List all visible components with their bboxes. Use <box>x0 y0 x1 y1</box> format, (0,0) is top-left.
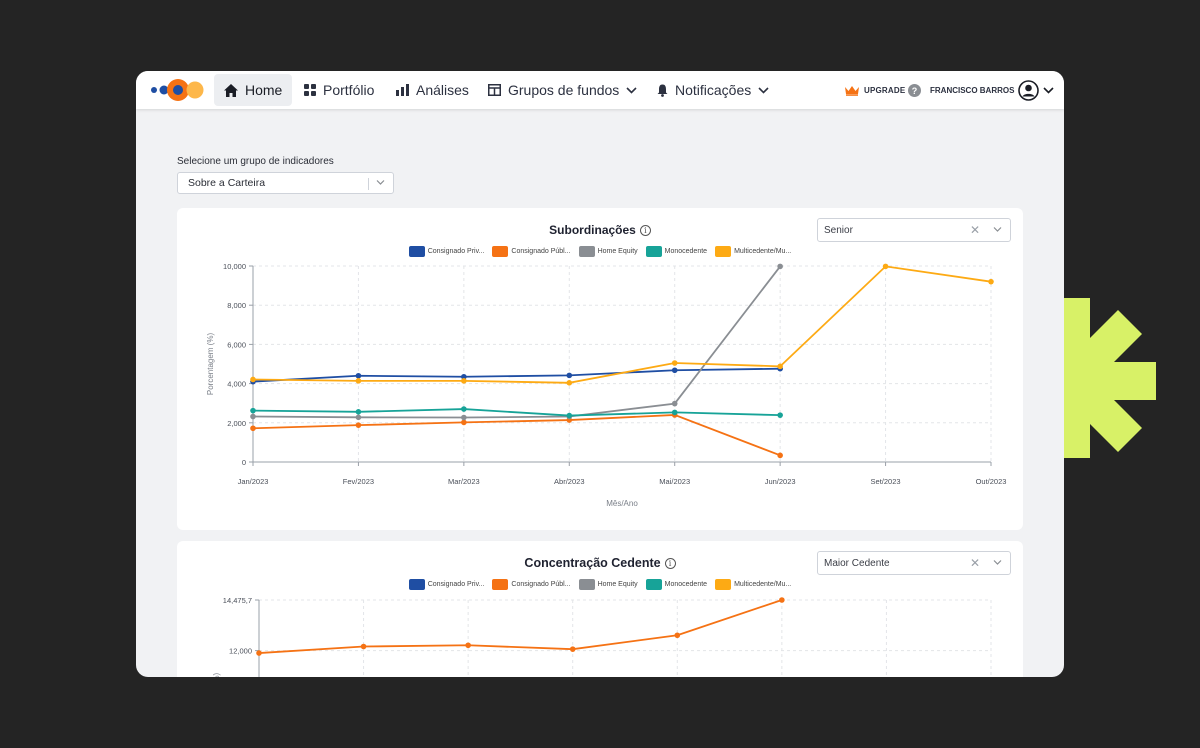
x-tick-label: Set/2023 <box>871 477 901 486</box>
decorative-star-shape <box>1064 298 1156 458</box>
nav-grupos-label: Grupos de fundos <box>508 82 620 98</box>
data-point <box>355 414 362 421</box>
x-tick-label: Fev/2023 <box>343 477 374 486</box>
series-line <box>252 408 781 417</box>
line-chart: 10,00012,00014,475,7(%) <box>212 596 992 677</box>
data-point <box>465 642 471 649</box>
select-separator <box>368 178 369 190</box>
y-tick-label: 14,475,7 <box>223 596 252 605</box>
nav-analises-label: Análises <box>416 82 469 98</box>
data-point <box>250 407 256 414</box>
nav-analises[interactable]: Análises <box>386 74 479 106</box>
data-point <box>777 412 783 418</box>
nav-notificacoes[interactable]: Notificações <box>647 74 779 106</box>
home-icon <box>224 83 238 97</box>
x-tick-label: Out/2023 <box>976 477 1007 486</box>
series-line <box>258 599 783 654</box>
nav-home[interactable]: Home <box>214 74 293 106</box>
data-point <box>674 632 681 639</box>
x-axis-label: Mês/Ano <box>606 499 638 508</box>
data-point <box>882 263 889 270</box>
data-point <box>779 597 785 603</box>
user-menu[interactable]: FRANCISCO BARROS <box>930 71 1055 109</box>
data-point <box>461 378 467 384</box>
data-point <box>461 419 467 426</box>
upgrade-button[interactable]: UPGRADE <box>844 71 905 109</box>
user-avatar-icon <box>1018 79 1040 101</box>
top-navbar: Home Portfólio Análises Grupos de fundos… <box>136 71 1064 109</box>
help-button[interactable]: ? <box>908 71 921 109</box>
data-point <box>777 452 783 459</box>
data-point <box>250 413 256 420</box>
nav-portfolio-label: Portfólio <box>323 82 375 98</box>
y-tick-label: 8,000 <box>227 301 246 310</box>
data-point <box>777 263 783 270</box>
x-tick-label: Jan/2023 <box>238 477 269 486</box>
chevron-down-icon <box>626 86 637 94</box>
chart-plot-area: 0 2,000 4,000 6,000 8,000 10,000 Jan/2023 Fev/2… <box>206 262 1006 508</box>
help-icon: ? <box>908 83 921 97</box>
data-point <box>671 360 678 366</box>
data-point <box>671 409 678 416</box>
line-chart: 0 2,000 4,000 6,000 8,000 10,000 Jan/2023 Fev/2… <box>206 262 1006 508</box>
grid-icon <box>304 84 316 96</box>
data-point <box>355 422 362 428</box>
chevron-down-icon <box>376 180 385 185</box>
data-point <box>566 372 573 379</box>
data-point <box>250 425 256 432</box>
x-tick-label: Mai/2023 <box>659 477 690 486</box>
svg-text:?: ? <box>912 86 918 96</box>
chart-card-concentracao-cedente: Concentração Cedente i Maior Cedente ✕ Co… <box>177 541 1023 677</box>
nav-home-label: Home <box>245 82 283 98</box>
x-tick-label: Abr/2023 <box>554 477 584 486</box>
indicator-group-select[interactable]: Sobre a Carteira <box>177 172 394 194</box>
data-point <box>569 646 576 652</box>
data-point <box>671 400 678 407</box>
y-tick-label: 4,000 <box>227 380 246 389</box>
bell-icon <box>657 84 668 97</box>
data-point <box>256 650 262 656</box>
app-logo[interactable] <box>150 78 206 102</box>
data-point <box>988 278 994 285</box>
y-tick-label: 6,000 <box>227 340 246 349</box>
x-tick-label: Mar/2023 <box>448 477 480 486</box>
y-tick-label: 2,000 <box>227 419 246 428</box>
indicator-group-value: Sobre a Carteira <box>188 177 266 189</box>
data-point <box>360 643 367 650</box>
series-line <box>252 265 992 384</box>
data-point <box>566 412 573 419</box>
upgrade-label: UPGRADE <box>864 85 906 95</box>
y-tick-label: 12,000 <box>229 647 252 656</box>
y-axis-label: Porcentagem (%) <box>206 333 215 396</box>
data-point <box>355 378 362 384</box>
chevron-down-icon <box>758 86 769 94</box>
series-line <box>252 265 781 419</box>
data-point <box>671 367 678 374</box>
y-axis-label: (%) <box>212 672 221 677</box>
indicator-group-label: Selecione um grupo de indicadores <box>177 156 334 167</box>
nav-notificacoes-label: Notificações <box>675 82 752 98</box>
crown-icon <box>845 85 859 96</box>
y-tick-label: 10,000 <box>223 262 246 271</box>
data-point <box>355 409 362 415</box>
chart-plot-area: 10,00012,00014,475,7(%) <box>212 596 992 677</box>
series-line <box>252 414 781 457</box>
data-point <box>461 406 467 412</box>
nav-portfolio[interactable]: Portfólio <box>294 74 384 106</box>
chevron-down-icon <box>1043 86 1055 94</box>
chart-card-subordinacoes: Subordinações i Senior ✕ Consignado Priv.… <box>177 208 1023 530</box>
x-tick-label: Jun/2023 <box>765 477 796 486</box>
data-point <box>250 376 256 383</box>
data-point <box>777 363 783 370</box>
nav-grupos-de-fundos[interactable]: Grupos de fundos <box>478 74 647 106</box>
bar-chart-icon <box>396 84 409 96</box>
user-name: FRANCISCO BARROS <box>930 85 1015 95</box>
app-window: Home Portfólio Análises Grupos de fundos… <box>136 71 1064 677</box>
data-point <box>461 414 467 421</box>
data-point <box>355 372 362 379</box>
layout-icon <box>488 84 501 96</box>
data-point <box>566 380 573 386</box>
y-tick-label: 0 <box>242 458 246 467</box>
